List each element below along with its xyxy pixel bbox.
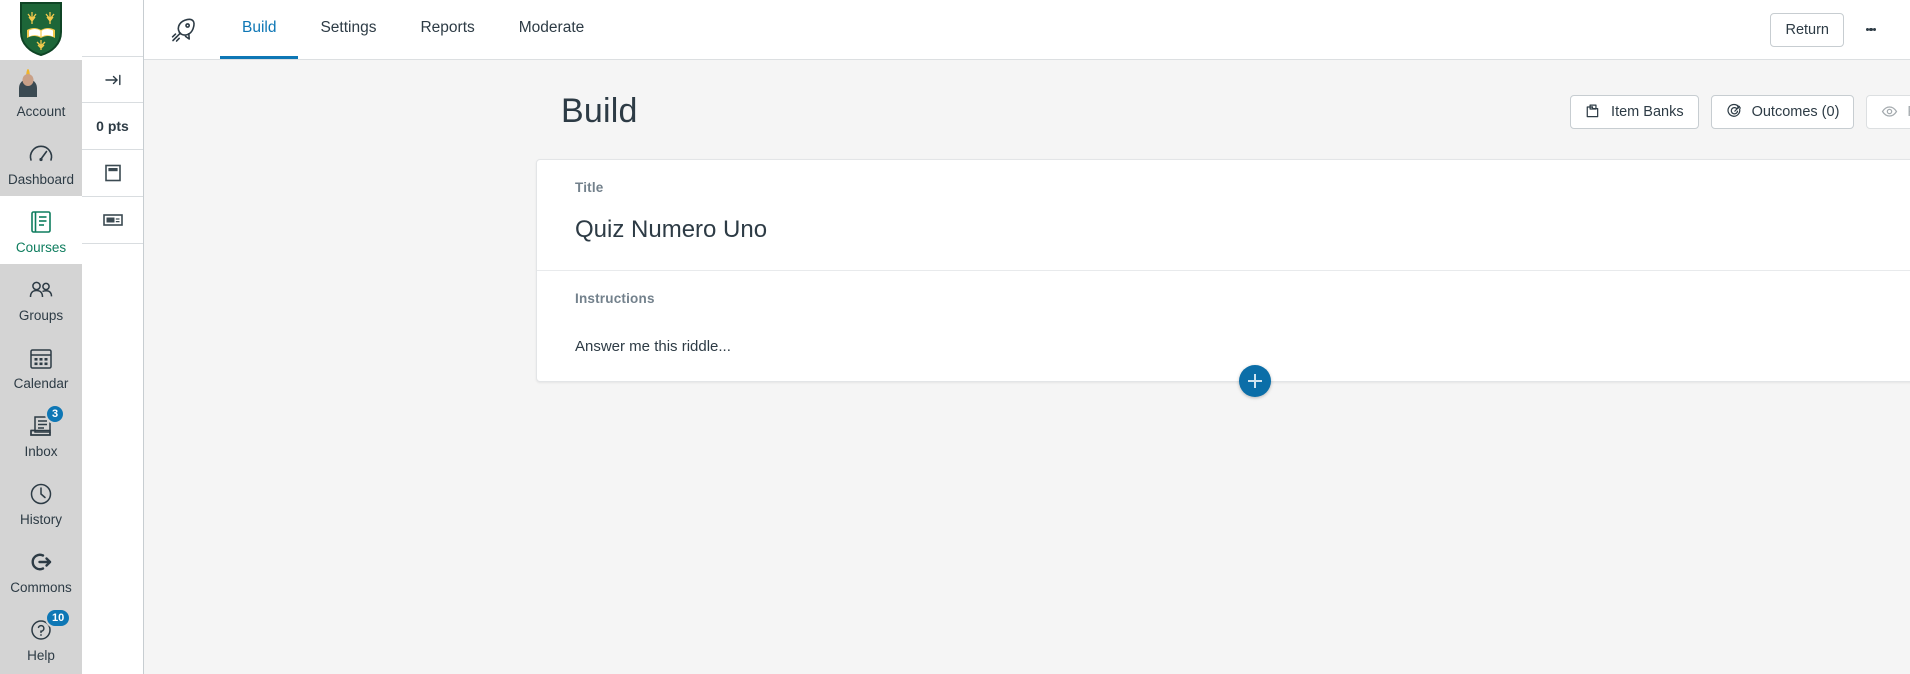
preview-eye-icon xyxy=(1881,103,1898,120)
history-clock-icon xyxy=(26,479,56,509)
sidebar-item-label: History xyxy=(19,512,62,527)
page-header-actions: Item Banks Outcomes (0) xyxy=(1570,94,1910,129)
quiz-instructions-section: Instructions Answer me this riddle... xyxy=(537,270,1910,381)
return-button[interactable]: Return xyxy=(1770,12,1844,47)
tab-settings[interactable]: Settings xyxy=(298,0,398,59)
collapse-panel-icon xyxy=(103,70,123,90)
sidebar-item-label: Inbox xyxy=(24,444,58,459)
item-banks-label: Item Banks xyxy=(1611,103,1684,120)
page-title: Build xyxy=(561,92,638,130)
groups-people-icon xyxy=(26,275,56,305)
collapse-panel-button[interactable] xyxy=(82,56,143,103)
quiz-secondary-navigation: 0 pts xyxy=(82,0,144,674)
outcomes-label: Outcomes (0) xyxy=(1751,103,1840,120)
sidebar-item-label: Groups xyxy=(18,308,64,323)
points-total: 0 pts xyxy=(82,103,143,150)
sidebar-item-calendar[interactable]: Calendar xyxy=(0,332,82,400)
build-content: Build Item Banks Outcomes (0) Title Quiz… xyxy=(144,60,1910,674)
sidebar-item-label: Calendar xyxy=(13,376,69,391)
page-inline-layout-icon xyxy=(102,212,124,228)
avatar xyxy=(26,69,56,101)
sidebar-item-help[interactable]: 10 Help xyxy=(0,604,82,672)
page-inline-layout-button[interactable] xyxy=(82,197,143,244)
sidebar-item-label: Commons xyxy=(10,580,72,595)
inbox-badge-count: 3 xyxy=(45,404,66,424)
sidebar-item-label: Account xyxy=(16,104,66,119)
commons-arrow-icon xyxy=(26,547,56,577)
tab-build[interactable]: Build xyxy=(220,0,299,59)
preview-button[interactable]: Preview xyxy=(1866,94,1910,129)
sidebar-item-groups[interactable]: Groups xyxy=(0,264,82,332)
quiz-title-section: Title Quiz Numero Uno xyxy=(537,160,1910,270)
rocket-icon xyxy=(168,0,220,59)
item-banks-button[interactable]: Item Banks xyxy=(1570,94,1699,129)
more-options-icon[interactable] xyxy=(1854,13,1888,47)
help-badge-count: 10 xyxy=(45,608,72,628)
app-root: Account Dashboard Courses Groups Calenda… xyxy=(0,0,1910,674)
sidebar-item-label: Help xyxy=(27,648,55,663)
page-header-layout-button[interactable] xyxy=(82,150,143,197)
sidebar-item-dashboard[interactable]: Dashboard xyxy=(0,128,82,196)
calendar-icon xyxy=(26,343,56,373)
instructions-label: Instructions xyxy=(575,291,655,306)
courses-book-icon xyxy=(26,207,56,237)
dashboard-speedometer-icon xyxy=(26,139,56,169)
page-header: Build Item Banks Outcomes (0) xyxy=(144,60,1910,131)
sidebar-item-account[interactable]: Account xyxy=(0,60,82,128)
outcomes-target-icon xyxy=(1726,103,1743,120)
quiz-tabs: Build Settings Reports Moderate xyxy=(220,0,606,59)
outcomes-button[interactable]: Outcomes (0) xyxy=(1710,94,1855,129)
title-label: Title xyxy=(575,180,604,195)
sidebar-item-label: Courses xyxy=(15,240,67,255)
tab-moderate[interactable]: Moderate xyxy=(497,0,606,59)
sidebar-item-courses[interactable]: Courses xyxy=(0,196,82,264)
quiz-topbar: Build Settings Reports Moderate Return xyxy=(144,0,1910,60)
quiz-instructions-value: Answer me this riddle... xyxy=(575,338,731,355)
add-item-button[interactable] xyxy=(1239,365,1271,397)
quiz-title-value: Quiz Numero Uno xyxy=(575,216,768,243)
sidebar-item-history[interactable]: History xyxy=(0,468,82,536)
topbar-actions: Return xyxy=(1770,0,1910,59)
university-crest-logo[interactable] xyxy=(0,0,82,60)
main-region: Build Settings Reports Moderate Return B… xyxy=(144,0,1910,674)
page-header-layout-icon xyxy=(104,163,122,183)
item-banks-folder-icon xyxy=(1585,103,1602,120)
sidebar-item-label: Dashboard xyxy=(7,172,75,187)
quiz-details-card: Title Quiz Numero Uno Instructions Answe… xyxy=(536,159,1910,397)
tab-reports[interactable]: Reports xyxy=(398,0,496,59)
university-crest-icon xyxy=(20,2,62,56)
global-navigation: Account Dashboard Courses Groups Calenda… xyxy=(0,0,82,674)
sidebar-item-inbox[interactable]: 3 Inbox xyxy=(0,400,82,468)
sidebar-item-commons[interactable]: Commons xyxy=(0,536,82,604)
